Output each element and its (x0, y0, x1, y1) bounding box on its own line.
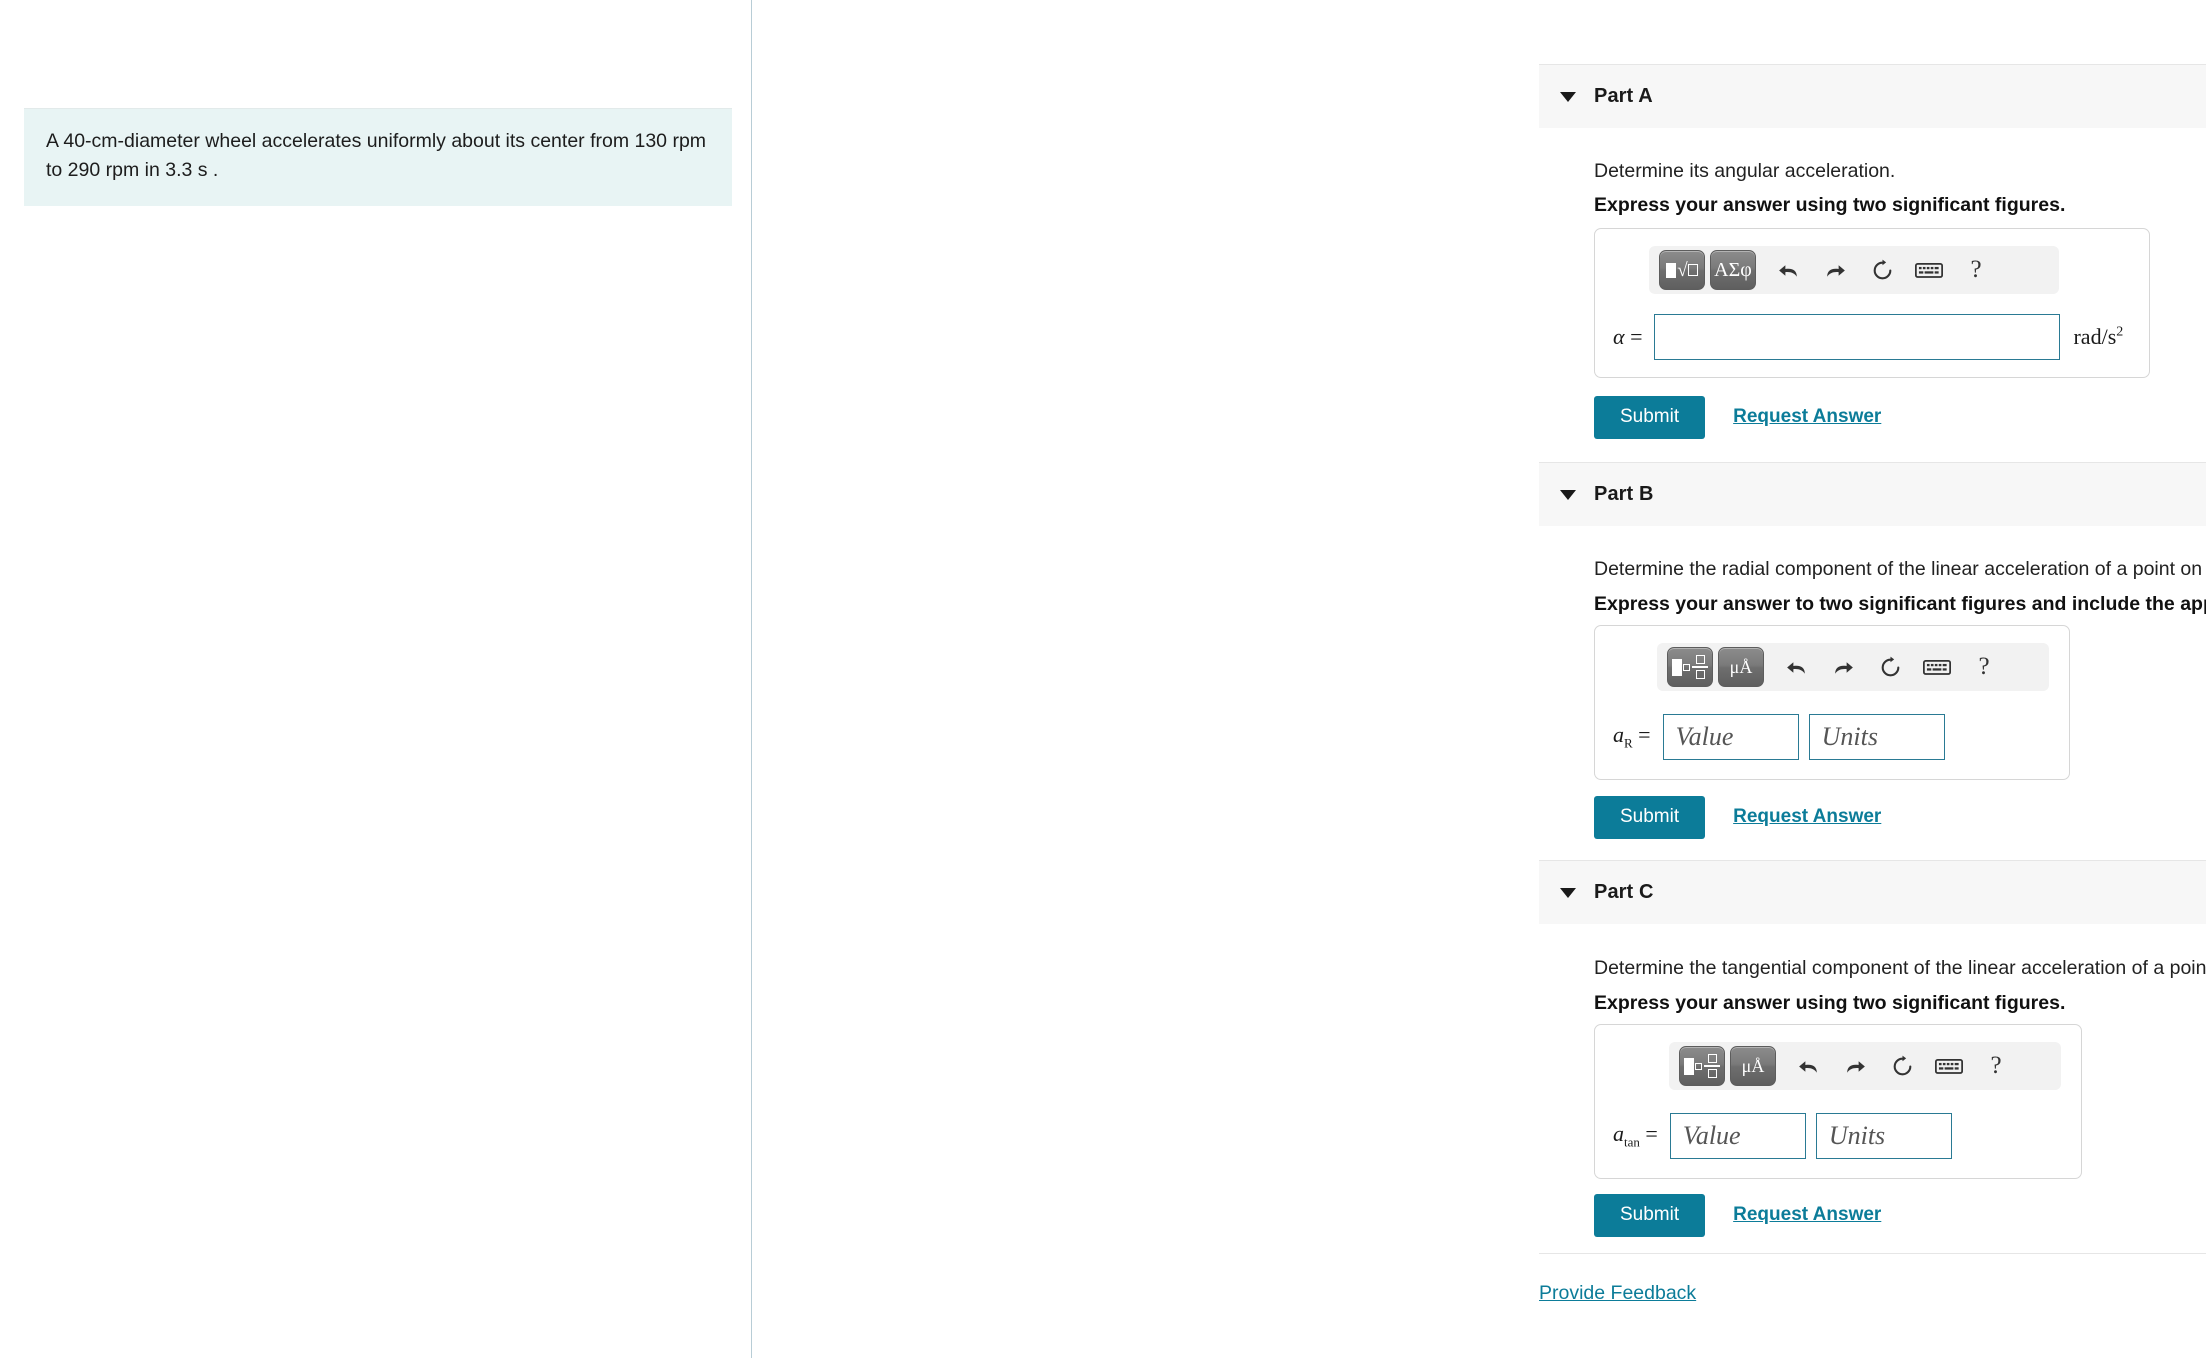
question-text-a: Determine its angular acceleration. (1594, 160, 1896, 182)
variable-symbol-b: a (1613, 722, 1624, 748)
greek-symbols-icon[interactable]: ΑΣφ (1710, 250, 1756, 290)
variable-label-a: α = (1613, 324, 1643, 349)
value-input-a[interactable] (1654, 314, 2061, 360)
reset-icon[interactable] (1870, 648, 1910, 686)
math-template-icon[interactable] (1679, 1046, 1725, 1086)
question-text-b: Determine the radial component of the li… (1594, 558, 2206, 580)
redo-icon[interactable] (1835, 1047, 1875, 1085)
answer-row-a: α = rad/s2 (1613, 314, 2123, 360)
answer-panel-c: μÅ ? atan = Value Units (1594, 1024, 2082, 1179)
units-input-c[interactable] (1815, 1113, 1952, 1159)
units-symbols-label: μÅ (1741, 1056, 1765, 1076)
instruction-text-b: Express your answer to two significant f… (1594, 593, 2206, 615)
answer-row-c: atan = (1613, 1113, 1952, 1159)
math-toolbar-a: √ ΑΣφ ? (1649, 246, 2059, 294)
variable-symbol-a: α (1613, 324, 1625, 349)
submit-button-b[interactable]: Submit (1594, 796, 1706, 839)
keyboard-icon[interactable] (1929, 1047, 1969, 1085)
problem-pane: A 40-cm-diameter wheel accelerates unifo… (0, 0, 752, 1358)
submit-row-c: Submit Request Answer (1594, 1194, 1881, 1237)
help-icon[interactable]: ? (1964, 648, 2004, 686)
page-root: A 40-cm-diameter wheel accelerates unifo… (0, 0, 2206, 1358)
request-answer-link-b[interactable]: Request Answer (1733, 806, 1881, 828)
chevron-down-icon[interactable] (1560, 887, 1576, 898)
problem-statement-box: A 40-cm-diameter wheel accelerates unifo… (24, 108, 732, 206)
math-toolbar-c: μÅ ? (1669, 1042, 2061, 1090)
answer-panel-b: μÅ ? aR = Value Units (1594, 625, 2070, 780)
answer-row-b: aR = (1613, 714, 1945, 760)
instruction-text-a: Express your answer using two significan… (1594, 194, 2066, 216)
footer-divider (1539, 1253, 2206, 1254)
help-icon[interactable]: ? (1976, 1047, 2016, 1085)
help-label: ? (1978, 653, 1990, 680)
undo-icon[interactable] (1776, 648, 1816, 686)
variable-subscript-c: tan (1624, 1134, 1640, 1150)
part-title-c: Part C (1594, 881, 1654, 903)
undo-icon[interactable] (1788, 1047, 1828, 1085)
submit-button-a[interactable]: Submit (1594, 396, 1706, 439)
part-title-a: Part A (1594, 85, 1653, 107)
help-label: ? (1970, 256, 1982, 283)
instruction-text-c: Express your answer using two significan… (1594, 992, 2066, 1014)
answer-panel-a: √ ΑΣφ ? α = rad/s2 (1594, 228, 2150, 378)
units-symbols-icon[interactable]: μÅ (1718, 647, 1764, 687)
greek-symbols-label: ΑΣφ (1714, 259, 1752, 281)
part-title-b: Part B (1594, 483, 1654, 505)
reset-icon[interactable] (1862, 251, 1902, 289)
units-label-a: rad/s2 (2073, 324, 2124, 349)
chevron-down-icon[interactable] (1560, 91, 1576, 102)
request-answer-link-a[interactable]: Request Answer (1733, 406, 1881, 428)
variable-subscript-b: R (1624, 735, 1633, 751)
chevron-down-icon[interactable] (1560, 489, 1576, 500)
part-header-a[interactable]: Part A (1539, 64, 2206, 128)
part-header-b[interactable]: Part B (1539, 462, 2206, 526)
math-toolbar-b: μÅ ? (1657, 643, 2049, 691)
request-answer-link-c[interactable]: Request Answer (1733, 1204, 1881, 1226)
variable-label-b: aR = (1613, 722, 1651, 751)
answer-pane: Part A Determine its angular acceleratio… (752, 0, 2206, 1358)
units-symbols-icon[interactable]: μÅ (1730, 1046, 1776, 1086)
units-symbols-label: μÅ (1729, 657, 1753, 677)
keyboard-icon[interactable] (1917, 648, 1957, 686)
redo-icon[interactable] (1815, 251, 1855, 289)
help-icon[interactable]: ? (1956, 251, 1996, 289)
math-template-icon[interactable]: √ (1659, 250, 1705, 290)
math-template-icon[interactable] (1667, 647, 1713, 687)
question-text-c: Determine the tangential component of th… (1594, 957, 2206, 979)
provide-feedback-link[interactable]: Provide Feedback (1539, 1282, 1696, 1305)
keyboard-icon[interactable] (1909, 251, 1949, 289)
redo-icon[interactable] (1823, 648, 1863, 686)
undo-icon[interactable] (1768, 251, 1808, 289)
part-header-c[interactable]: Part C (1539, 860, 2206, 924)
problem-statement-text: A 40-cm-diameter wheel accelerates unifo… (46, 130, 707, 182)
value-input-c[interactable] (1669, 1113, 1806, 1159)
submit-row-b: Submit Request Answer (1594, 796, 1881, 839)
value-input-b[interactable] (1662, 714, 1799, 760)
submit-row-a: Submit Request Answer (1594, 396, 1881, 439)
units-input-b[interactable] (1808, 714, 1945, 760)
submit-button-c[interactable]: Submit (1594, 1194, 1706, 1237)
reset-icon[interactable] (1882, 1047, 1922, 1085)
variable-symbol-c: a (1613, 1121, 1624, 1147)
help-label: ? (1990, 1052, 2002, 1079)
variable-label-c: atan = (1613, 1121, 1658, 1150)
